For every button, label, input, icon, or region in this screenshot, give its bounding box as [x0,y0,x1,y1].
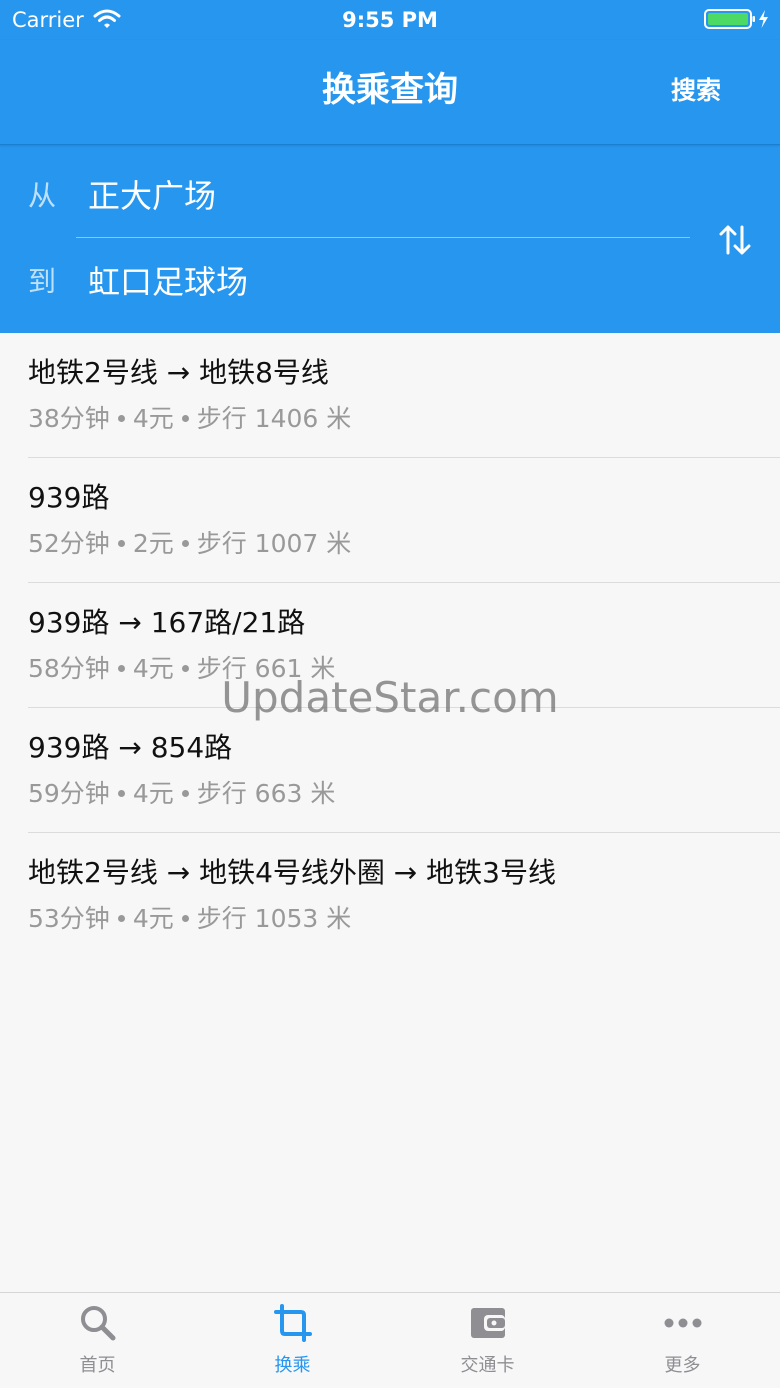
route-result-title: 地铁2号线 → 地铁4号线外圈 → 地铁3号线 [28,856,556,889]
search-icon [81,1306,116,1341]
tab-bar: 首页 换乘 交通卡 更多 [0,1292,780,1388]
origin-field[interactable]: 正大广场 [88,176,688,216]
to-label: 到 [28,265,57,298]
battery-icon [704,9,768,29]
more-icon [664,1318,702,1328]
route-walk-distance: 步行 663 米 [196,779,336,808]
header: Carrier 9:55 PM 换乘查询 搜索 从 正大广场 到 虹口足球场 [0,0,780,333]
tab-transit-card[interactable]: 交通卡 [390,1293,585,1388]
route-walk-distance: 步行 1007 米 [196,529,352,558]
route-price: 4元 [132,779,174,808]
separator-dot [117,914,125,922]
tab-transfer[interactable]: 换乘 [195,1293,390,1388]
route-result-title: 地铁2号线 → 地铁8号线 [28,356,329,389]
route-duration: 53分钟 [28,904,110,933]
route-result-item[interactable]: 939路 52分钟 2元 步行 1007 米 [0,458,780,583]
tab-label: 更多 [664,1355,701,1376]
navigation-bar: 换乘查询 搜索 [0,40,780,145]
tab-label: 交通卡 [460,1355,515,1376]
separator-dot [181,789,189,797]
route-result-item[interactable]: 939路 → 854路 59分钟 4元 步行 663 米 [0,708,780,833]
from-label: 从 [28,179,57,212]
route-duration: 38分钟 [28,404,110,433]
route-price: 2元 [132,529,174,558]
separator-dot [117,414,125,422]
tab-more[interactable]: 更多 [585,1293,780,1388]
route-result-title: 939路 [28,481,110,514]
route-result-item[interactable]: 地铁2号线 → 地铁8号线 38分钟 4元 步行 1406 米 [0,333,780,458]
separator-dot [181,914,189,922]
route-result-list: 地铁2号线 → 地铁8号线 38分钟 4元 步行 1406 米 939路 52分钟 2… [0,333,780,958]
route-duration: 59分钟 [28,779,110,808]
route-result-item[interactable]: 地铁2号线 → 地铁4号线外圈 → 地铁3号线 53分钟 4元 步行 1053 米 [0,833,780,958]
status-bar: Carrier 9:55 PM [0,0,780,40]
route-duration: 52分钟 [28,529,110,558]
route-walk-distance: 步行 1406 米 [196,404,352,433]
route-result-meta: 38分钟 4元 步行 1406 米 [28,401,351,437]
separator-dot [181,539,189,547]
separator-dot [181,664,189,672]
separator-dot [181,414,189,422]
route-result-meta: 59分钟 4元 步行 663 米 [28,776,335,812]
route-result-title: 939路 → 167路/21路 [28,606,306,639]
route-result-title: 939路 → 854路 [28,731,233,764]
search-button[interactable]: 搜索 [650,74,742,108]
tab-home[interactable]: 首页 [0,1293,195,1388]
route-price: 4元 [132,404,174,433]
tab-label: 换乘 [274,1355,311,1376]
wallet-icon [471,1308,505,1338]
route-result-meta: 53分钟 4元 步行 1053 米 [28,901,351,937]
route-divider [76,237,690,238]
watermark: UpdateStar.com [221,673,559,722]
swap-direction-icon[interactable] [712,219,758,261]
route-price: 4元 [132,904,174,933]
destination-field[interactable]: 虹口足球场 [88,262,688,302]
crop-icon [274,1304,312,1342]
route-walk-distance: 步行 1053 米 [196,904,352,933]
separator-dot [117,539,125,547]
separator-dot [117,664,125,672]
route-result-meta: 52分钟 2元 步行 1007 米 [28,526,351,562]
status-time: 9:55 PM [342,8,438,32]
separator-dot [117,789,125,797]
route-input-panel: 从 正大广场 到 虹口足球场 [0,145,780,333]
tab-label: 首页 [79,1355,116,1376]
